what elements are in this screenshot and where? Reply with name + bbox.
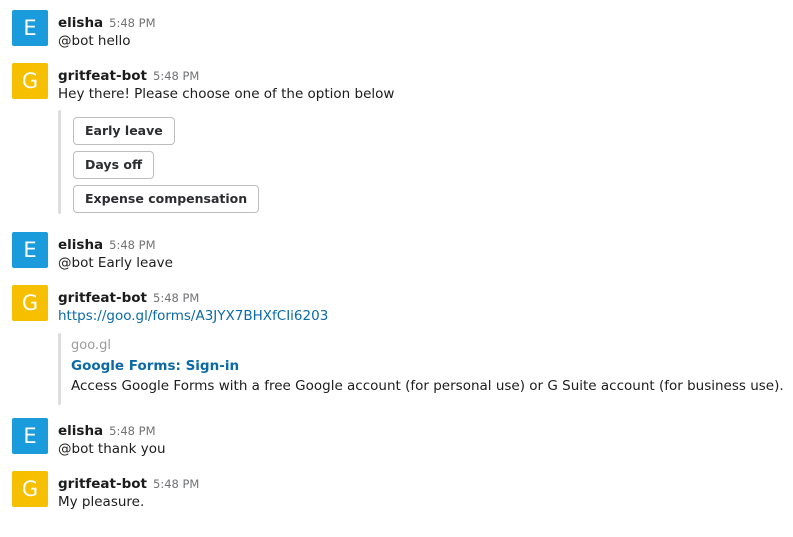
avatar[interactable]: G [12,471,48,507]
message-header: elisha 5:48 PM [58,420,156,439]
chat-window: { "colors": { "avatar_e": "#1a9bdc", "av… [0,0,793,537]
message-text: My pleasure. [58,494,145,510]
sender-name[interactable]: gritfeat-bot [58,68,147,84]
message-text: Hey there! Please choose one of the opti… [58,86,395,102]
sender-name[interactable]: elisha [58,237,103,253]
timestamp[interactable]: 5:48 PM [153,69,199,83]
form-link[interactable]: https://goo.gl/forms/A3JYX7BHXfCIi6203 [58,308,328,324]
avatar[interactable]: E [12,418,48,454]
early-leave-button[interactable]: Early leave [73,117,175,145]
message-text: @bot hello [58,33,131,49]
days-off-button[interactable]: Days off [73,151,155,179]
message-header: elisha 5:48 PM [58,12,156,31]
unfurl-description: Access Google Forms with a free Google a… [71,378,784,394]
timestamp[interactable]: 5:48 PM [153,477,199,491]
message-header: gritfeat-bot 5:48 PM [58,473,199,492]
message-link-line: https://goo.gl/forms/A3JYX7BHXfCIi6203 [58,308,328,324]
sender-name[interactable]: elisha [58,423,103,439]
avatar[interactable]: G [12,63,48,99]
timestamp[interactable]: 5:48 PM [109,238,155,252]
unfurl-title-link[interactable]: Google Forms: Sign-in [71,358,239,374]
avatar[interactable]: E [12,232,48,268]
sender-name[interactable]: elisha [58,15,103,31]
timestamp[interactable]: 5:48 PM [109,16,155,30]
timestamp[interactable]: 5:48 PM [109,424,155,438]
message-header: gritfeat-bot 5:48 PM [58,287,199,306]
unfurl-site: goo.gl [71,338,111,353]
message-header: elisha 5:48 PM [58,234,156,253]
expense-compensation-button[interactable]: Expense compensation [73,185,260,213]
sender-name[interactable]: gritfeat-bot [58,290,147,306]
attachment-bar [58,110,61,214]
message-text: @bot Early leave [58,255,173,271]
sender-name[interactable]: gritfeat-bot [58,476,147,492]
unfurl-bar [58,333,61,405]
timestamp[interactable]: 5:48 PM [153,291,199,305]
message-text: @bot thank you [58,441,166,457]
avatar[interactable]: G [12,285,48,321]
avatar[interactable]: E [12,10,48,46]
message-header: gritfeat-bot 5:48 PM [58,65,199,84]
